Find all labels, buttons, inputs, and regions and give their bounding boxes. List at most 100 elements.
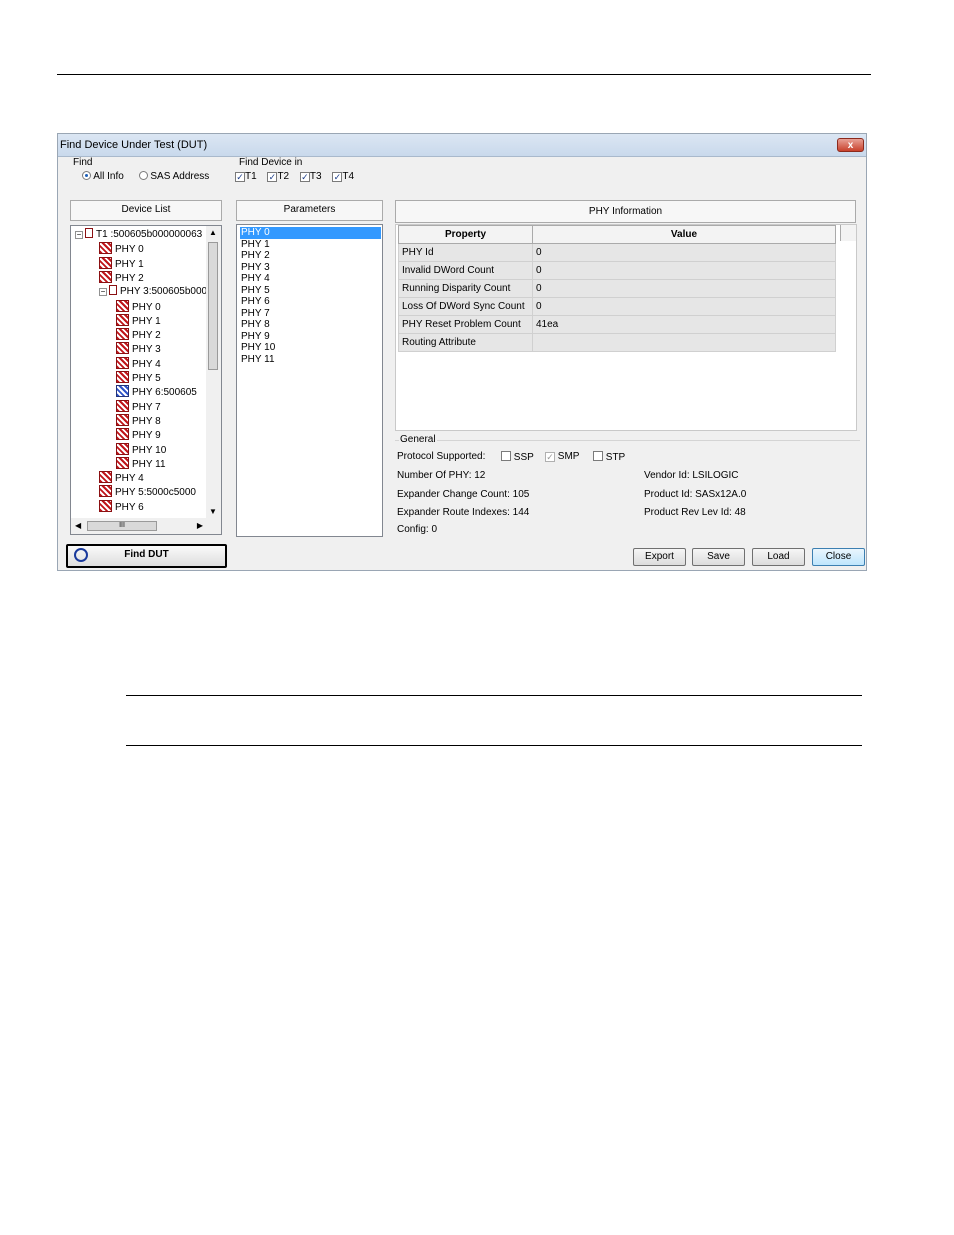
parameter-item[interactable]: PHY 10 [240, 342, 381, 354]
tree-item[interactable]: − T1 :500605b000000063 [75, 228, 202, 242]
parameters-list[interactable]: PHY 0 PHY 1 PHY 2 PHY 3 PHY 4 PHY 5 PHY 6 PHY 7… [236, 224, 383, 537]
protocol-stp-box [593, 451, 603, 461]
tree-item[interactable]: − PHY 3:500605b000 [99, 285, 207, 299]
checkbox-t2[interactable]: ✓T2 [267, 171, 289, 182]
parameter-item[interactable]: PHY 4 [240, 273, 381, 285]
general-group-label: General [399, 434, 437, 445]
tree-item[interactable]: PHY 1 [116, 313, 161, 328]
parameter-item[interactable]: PHY 3 [240, 262, 381, 274]
protocol-supported-label: Protocol Supported: [397, 451, 486, 462]
tree-item[interactable]: PHY 1 [99, 256, 144, 271]
phy-info-row[interactable]: PHY Reset Problem Count 41ea [398, 315, 836, 334]
tree-item[interactable]: PHY 7 [116, 399, 161, 414]
tree-item[interactable]: PHY 8 [116, 413, 161, 428]
tree-item[interactable]: PHY 5 [116, 371, 161, 385]
tree-item-label: PHY 7 [132, 401, 161, 413]
phy-info-row[interactable]: Invalid DWord Count 0 [398, 261, 836, 280]
tree-item-label: PHY 4 [115, 473, 144, 485]
find-dut-icon [74, 548, 88, 562]
property-cell: PHY Id [398, 243, 533, 262]
close-window-button[interactable]: x [837, 138, 864, 152]
radio-sas-address-label: SAS Address [150, 171, 210, 182]
radio-all-info[interactable]: All Info [82, 171, 124, 182]
tree-item[interactable]: PHY 10 [116, 442, 166, 457]
checkbox-t1[interactable]: ✓T1 [235, 171, 257, 182]
device-list-hscroll[interactable]: ◀ III ▶ [71, 518, 221, 534]
checkbox-t2-box: ✓ [267, 172, 278, 182]
close-icon: x [847, 140, 854, 151]
config-value: Config: 0 [397, 524, 438, 535]
scroll-right-arrow[interactable]: ▶ [197, 521, 203, 530]
parameter-item[interactable]: PHY 11 [240, 354, 381, 366]
tree-item[interactable]: PHY 0 [116, 299, 161, 314]
protocol-stp: STP [593, 451, 625, 463]
parameter-item[interactable]: PHY 7 [240, 308, 381, 320]
checkbox-t4-label: T4 [342, 171, 355, 182]
phy-info-row[interactable]: Loss Of DWord Sync Count 0 [398, 297, 836, 316]
tree-item[interactable]: PHY 3 [116, 342, 161, 356]
device-list-tree[interactable]: − T1 :500605b000000063 PHY 0 PHY 1 PHY 2− PHY… [70, 225, 222, 535]
parameter-item[interactable]: PHY 2 [240, 250, 381, 262]
phy-link-icon [116, 385, 129, 398]
tree-item[interactable]: PHY 6:500605 [116, 385, 197, 399]
parameter-item[interactable]: PHY 5 [240, 285, 381, 297]
tree-item[interactable]: PHY 2 [99, 270, 144, 285]
tree-item[interactable]: PHY 0 [99, 242, 144, 256]
save-button[interactable]: Save [692, 548, 745, 566]
tree-item[interactable]: PHY 5:5000c5000 [99, 485, 196, 499]
scroll-left-arrow[interactable]: ◀ [75, 521, 81, 530]
find-in-group-label: Find Device in [238, 157, 304, 168]
column-value[interactable]: Value [532, 225, 836, 244]
tree-item-label: PHY 11 [132, 458, 166, 470]
tree-item[interactable]: PHY 11 [116, 456, 166, 471]
tree-expander-icon[interactable]: − [99, 288, 107, 297]
tree-item-label: PHY 6:500605 [132, 387, 197, 399]
close-button[interactable]: Close [812, 548, 865, 566]
phy-info-row[interactable]: Routing Attribute [398, 333, 836, 352]
parameter-item[interactable]: PHY 6 [240, 296, 381, 308]
phy-info-row[interactable]: PHY Id 0 [398, 243, 836, 262]
checkbox-t2-label: T2 [277, 171, 290, 182]
tree-expander-icon[interactable]: − [75, 231, 83, 239]
phy-icon [116, 428, 129, 441]
checkbox-t3-label: T3 [309, 171, 322, 182]
tree-item-label: PHY 3 [132, 344, 161, 356]
tree-item[interactable]: PHY 4 [99, 471, 144, 485]
phy-icon [116, 399, 129, 412]
note-top-rule [126, 695, 862, 696]
phy-info-row[interactable]: Running Disparity Count 0 [398, 279, 836, 298]
tree-item[interactable]: PHY 6 [99, 499, 144, 514]
protocol-ssp: SSP [501, 451, 534, 463]
tree-item-label: PHY 2 [132, 330, 161, 342]
checkbox-t4[interactable]: ✓T4 [332, 171, 354, 182]
device-list-vscroll[interactable]: ▲ ▼ [206, 226, 221, 518]
tree-item-label: PHY 1 [115, 258, 144, 270]
title-bar: Find Device Under Test (DUT) x [58, 134, 866, 157]
device-list-header: Device List [70, 200, 222, 221]
export-button[interactable]: Export [633, 548, 686, 566]
checkbox-t1-box: ✓ [235, 172, 245, 182]
column-property[interactable]: Property [398, 225, 533, 244]
radio-sas-address[interactable]: SAS Address [138, 171, 210, 182]
scroll-down-arrow[interactable]: ▼ [209, 507, 217, 516]
tree-item[interactable]: PHY 9 [116, 428, 161, 442]
phy-icon [116, 442, 129, 455]
parameter-item[interactable]: PHY 0 [240, 227, 381, 239]
tree-item[interactable]: PHY 4 [116, 356, 161, 371]
find-in-options: ✓T1 ✓T2 ✓T3 ✓T4 [235, 171, 354, 182]
checkbox-t3[interactable]: ✓T3 [299, 171, 322, 182]
load-button[interactable]: Load [752, 548, 805, 566]
scroll-up-arrow[interactable]: ▲ [209, 228, 217, 237]
tree-item[interactable]: PHY 2 [116, 328, 161, 342]
checkbox-t1-label: T1 [245, 171, 257, 182]
protocol-smp: ✓ SMP [545, 451, 579, 462]
parameter-item[interactable]: PHY 9 [240, 331, 381, 343]
hscroll-thumb[interactable]: III [87, 521, 157, 531]
parameter-item[interactable]: PHY 8 [240, 319, 381, 331]
phy-icon [116, 328, 129, 341]
value-cell: 41ea [532, 315, 836, 334]
scroll-thumb[interactable] [208, 242, 218, 370]
phy-icon [116, 456, 129, 469]
find-dut-button[interactable]: Find DUT [66, 544, 227, 568]
parameter-item[interactable]: PHY 1 [240, 239, 381, 251]
